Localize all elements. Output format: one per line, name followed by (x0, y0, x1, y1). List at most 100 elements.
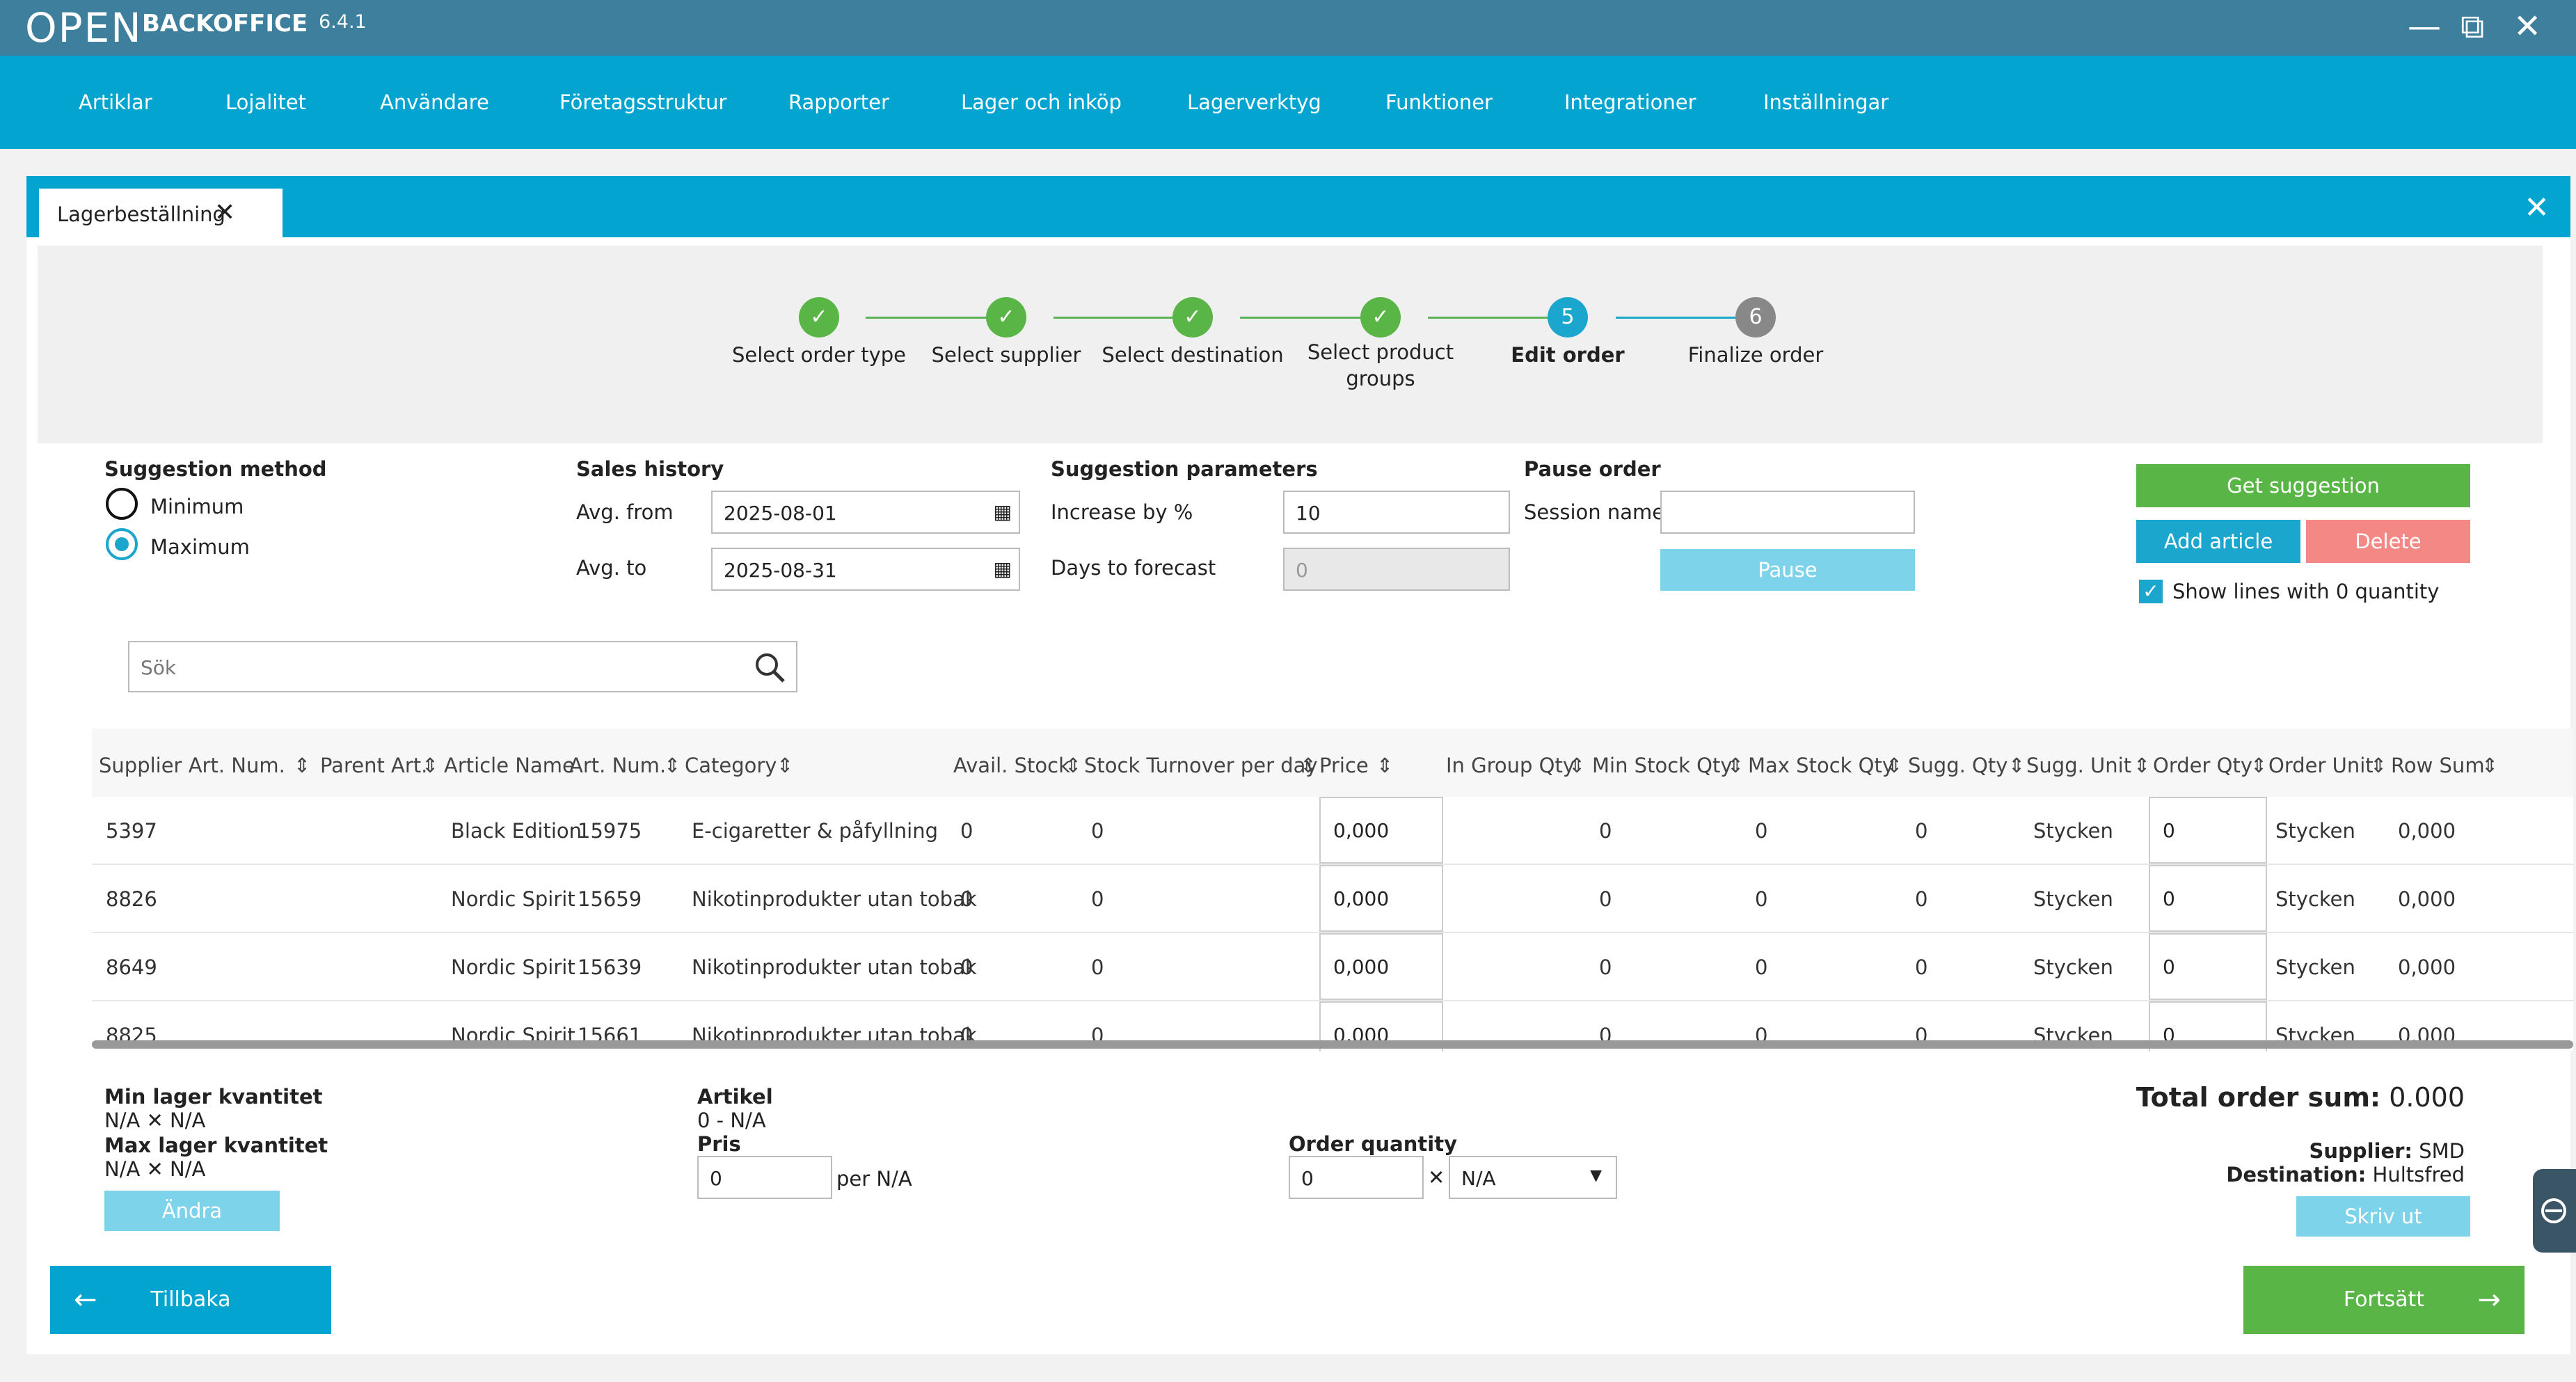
col-order-qty[interactable]: Order Qty (2153, 754, 2252, 777)
cell-article-name: Nordic Spirit (451, 955, 575, 979)
app-brand: BACKOFFICE (142, 10, 308, 38)
col-art-num[interactable]: Art. Num. (569, 754, 666, 777)
col-sort-icon[interactable]: ⇕ (2133, 754, 2150, 777)
col-order-unit[interactable]: Order Unit (2268, 754, 2374, 777)
increase-label: Increase by % (1051, 500, 1193, 524)
menu-rapporter[interactable]: Rapporter (788, 90, 889, 114)
col-sort-icon[interactable]: ⇕ (2250, 754, 2267, 777)
change-button[interactable]: Ändra (104, 1191, 280, 1231)
col-sort-icon[interactable]: ⇕ (1300, 754, 1317, 777)
menu-installningar[interactable]: Inställningar (1763, 90, 1889, 114)
avg-to-input[interactable]: 2025-08-31 ▦ (711, 548, 1020, 591)
col-sort-icon[interactable]: ⇕ (2008, 754, 2025, 777)
menu-funktioner[interactable]: Funktioner (1385, 90, 1493, 114)
col-sort-icon[interactable]: ⇕ (1568, 754, 1585, 777)
menu-lager-och-inkop[interactable]: Lager och inköp (961, 90, 1122, 114)
price-input[interactable]: 0,000 (1319, 797, 1443, 864)
show-zero-checkbox[interactable]: ✓ (2139, 580, 2163, 603)
price-input[interactable]: 0,000 (1319, 933, 1443, 1000)
close-window-button[interactable]: ✕ (2513, 10, 2541, 43)
col-sort-icon[interactable]: ⇕ (1886, 754, 1902, 777)
menu-integrationer[interactable]: Integrationer (1564, 90, 1696, 114)
step-check-icon: ✓ (799, 297, 839, 337)
col-stock-turnover[interactable]: Stock Turnover per day (1084, 754, 1318, 777)
step-check-icon: ✓ (1172, 297, 1213, 337)
cell-article-name: Nordic Spirit (451, 887, 575, 911)
pause-order-title: Pause order (1524, 457, 1661, 481)
cell-sugg-qty: 0 (1915, 955, 1928, 979)
order-qty-input[interactable]: 0 (2149, 865, 2267, 932)
tab-lagerbestallning[interactable]: Lagerbeställning ✕ (39, 189, 283, 237)
col-sort-icon[interactable]: ⇕ (1376, 754, 1393, 777)
pause-button[interactable]: Pause (1660, 549, 1915, 591)
col-supplier-art-num[interactable]: Supplier Art. Num. (99, 754, 285, 777)
minimize-button[interactable]: — (2408, 10, 2441, 43)
menu-anvandare[interactable]: Användare (380, 90, 489, 114)
next-button[interactable]: Fortsätt → (2243, 1266, 2525, 1334)
col-article-name[interactable]: Article Name (444, 754, 575, 777)
col-sort-icon[interactable]: ⇕ (664, 754, 681, 777)
delete-button[interactable]: Delete (2306, 520, 2470, 563)
destination-line: Destination: Hultsfred (2226, 1163, 2465, 1186)
order-quantity-field[interactable]: 0 (1289, 1156, 1424, 1199)
col-row-sum[interactable]: Row Sum (2391, 754, 2485, 777)
price-field[interactable]: 0 (697, 1156, 832, 1199)
side-panel-handle[interactable] (2533, 1169, 2576, 1253)
chevron-down-icon: ▼ (1590, 1167, 1602, 1184)
order-unit-select[interactable]: N/A ▼ (1449, 1156, 1617, 1199)
price-input[interactable]: 0,000 (1319, 865, 1443, 932)
search-icon[interactable] (753, 651, 788, 685)
col-sugg-qty[interactable]: Sugg. Qty (1908, 754, 2007, 777)
col-sort-icon[interactable]: ⇕ (777, 754, 793, 777)
order-qty-input[interactable]: 0 (2149, 797, 2267, 864)
col-sort-icon[interactable]: ⇕ (1727, 754, 1744, 777)
col-avail-stock[interactable]: Avail. Stock (953, 754, 1070, 777)
step-number: 6 (1735, 297, 1776, 337)
remote-support-icon (2541, 1198, 2566, 1223)
cell-sugg-qty: 0 (1915, 819, 1928, 843)
back-button[interactable]: ← Tillbaka (50, 1266, 331, 1334)
radio-minimum[interactable] (106, 488, 138, 520)
search-input[interactable]: Sök (128, 641, 797, 692)
get-suggestion-button[interactable]: Get suggestion (2136, 464, 2470, 507)
col-parent-art[interactable]: Parent Art. (320, 754, 427, 777)
order-qty-input[interactable]: 0 (2149, 933, 2267, 1000)
order-quantity-title: Order quantity (1289, 1132, 1457, 1156)
total-value: 0.000 (2389, 1082, 2465, 1113)
tab-close-icon[interactable]: ✕ (214, 198, 235, 227)
calendar-icon[interactable]: ▦ (994, 500, 1012, 523)
session-name-input[interactable] (1660, 491, 1915, 534)
menu-lojalitet[interactable]: Lojalitet (225, 90, 306, 114)
menu-foretagsstruktur[interactable]: Företagsstruktur (559, 90, 726, 114)
increase-input[interactable]: 10 (1283, 491, 1510, 534)
search-placeholder: Sök (141, 656, 177, 679)
supplier-line: Supplier: SMD (2309, 1139, 2465, 1163)
menu-lagerverktyg[interactable]: Lagerverktyg (1187, 90, 1321, 114)
col-category[interactable]: Category (685, 754, 777, 777)
col-sort-icon[interactable]: ⇕ (2481, 754, 2498, 777)
col-sort-icon[interactable]: ⇕ (1065, 754, 1081, 777)
cell-sugg-unit: Stycken (2033, 955, 2113, 979)
col-min-stock-qty[interactable]: Min Stock Qty (1592, 754, 1733, 777)
col-price[interactable]: Price (1319, 754, 1369, 777)
cell-art-num: 15659 (578, 887, 642, 911)
order-unit-value: N/A (1461, 1167, 1496, 1190)
col-sugg-unit[interactable]: Sugg. Unit (2026, 754, 2131, 777)
calendar-icon[interactable]: ▦ (994, 557, 1012, 580)
col-sort-icon[interactable]: ⇕ (2370, 754, 2387, 777)
print-button[interactable]: Skriv ut (2296, 1196, 2470, 1237)
col-sort-icon[interactable]: ⇕ (422, 754, 438, 777)
avg-from-label: Avg. from (576, 500, 674, 524)
col-sort-icon[interactable]: ⇕ (294, 754, 310, 777)
col-max-stock-qty[interactable]: Max Stock Qty (1748, 754, 1894, 777)
col-in-group-qty[interactable]: In Group Qty (1446, 754, 1575, 777)
order-panel: ✓ Select order type ✓ Select supplier ✓ … (26, 237, 2573, 1354)
panel-close-icon[interactable]: ✕ (2524, 190, 2550, 225)
add-article-button[interactable]: Add article (2136, 520, 2300, 563)
radio-maximum[interactable] (106, 528, 138, 560)
step-check-icon: ✓ (1360, 297, 1401, 337)
horizontal-scrollbar[interactable] (92, 1040, 2573, 1049)
avg-from-input[interactable]: 2025-08-01 ▦ (711, 491, 1020, 534)
menu-artiklar[interactable]: Artiklar (79, 90, 152, 114)
restore-button[interactable]: ⧉ (2460, 10, 2484, 43)
